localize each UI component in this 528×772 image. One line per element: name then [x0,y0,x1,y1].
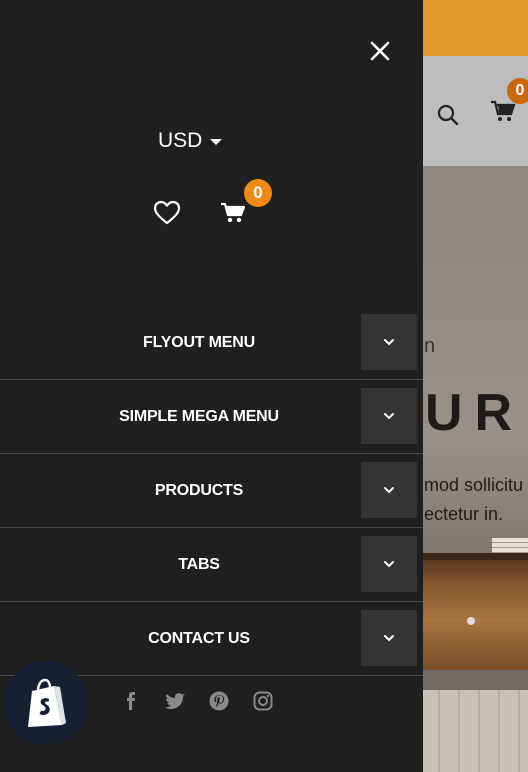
instagram-icon[interactable] [252,690,274,712]
cart-icon[interactable] [220,200,246,226]
hero-subtitle-fragment: n [424,335,436,357]
heart-icon[interactable] [153,200,181,226]
facebook-icon[interactable] [120,690,142,712]
hero-text-line-2: ectetur in. [424,504,504,524]
expand-toggle[interactable] [361,388,417,444]
chevron-down-icon [384,561,394,568]
header-cart-count: 0 [507,78,528,104]
shopify-bag-icon[interactable] [4,661,88,745]
expand-toggle[interactable] [361,462,417,518]
hero-text-line-1: mod sollicitu [424,475,524,495]
menu-item-simple-mega-menu[interactable]: SIMPLE MEGA MENU [0,380,423,454]
chevron-down-icon [384,487,394,494]
mobile-menu-drawer: USD 0 FLYOUT MENU SIMPLE MEGA MENU PRODU… [0,0,423,772]
cart-count-badge: 0 [244,179,272,207]
currency-selector[interactable]: USD [158,129,223,153]
menu-item-label: SIMPLE MEGA MENU [119,408,279,425]
search-icon[interactable] [436,103,460,132]
mobile-nav-menu: FLYOUT MENU SIMPLE MEGA MENU PRODUCTS TA… [0,306,423,676]
social-links [120,690,274,712]
currency-label: USD [158,129,203,152]
expand-toggle[interactable] [361,610,417,666]
desk-knob [467,617,475,625]
menu-item-label: FLYOUT MENU [143,334,255,351]
expand-toggle[interactable] [361,536,417,592]
menu-item-products[interactable]: PRODUCTS [0,454,423,528]
close-icon[interactable] [367,38,393,64]
menu-item-flyout-menu[interactable]: FLYOUT MENU [0,306,423,380]
menu-item-label: TABS [178,556,220,573]
chevron-down-icon [384,339,394,346]
twitter-icon[interactable] [164,690,186,712]
floor-image [420,690,528,772]
menu-item-tabs[interactable]: TABS [0,528,423,602]
hero-heading-fragment: UR [425,384,525,442]
books-decoration [492,538,528,553]
caret-down-icon [210,138,223,145]
menu-item-label: PRODUCTS [154,482,244,499]
expand-toggle[interactable] [361,314,417,370]
chevron-down-icon [384,413,394,420]
pinterest-icon[interactable] [208,690,230,712]
chevron-down-icon [384,635,394,642]
header-cart-icon[interactable] [490,100,516,129]
desk-image [420,560,528,670]
